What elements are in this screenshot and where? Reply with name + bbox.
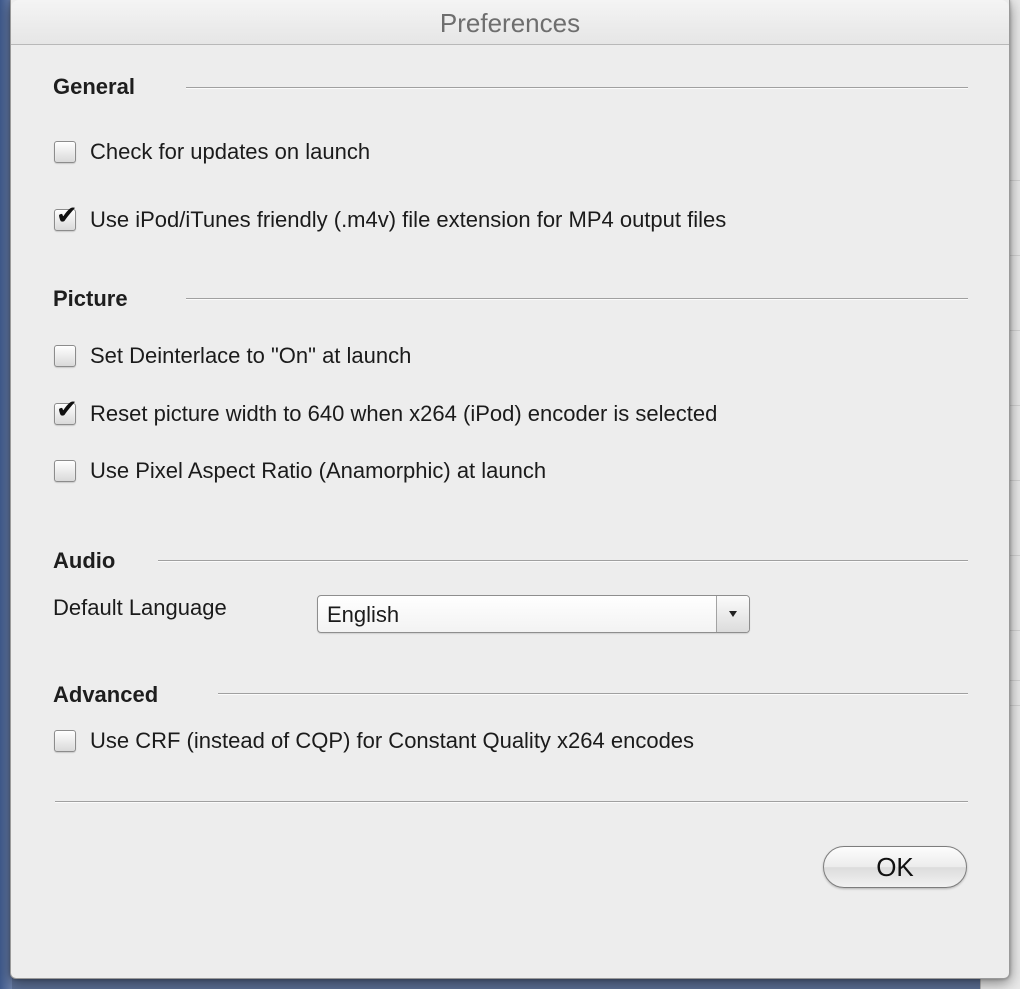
dropdown-button[interactable] xyxy=(716,596,749,632)
checkmark-icon: ✔ xyxy=(56,395,78,425)
section-divider xyxy=(186,87,968,89)
pixel-aspect-option[interactable]: Use Pixel Aspect Ratio (Anamorphic) at l… xyxy=(54,456,546,486)
title-bar[interactable]: Preferences xyxy=(11,0,1009,45)
m4v-extension-option[interactable]: ✔ Use iPod/iTunes friendly (.m4v) file e… xyxy=(54,203,727,235)
check-updates-label: Check for updates on launch xyxy=(90,139,371,164)
check-updates-option[interactable]: Check for updates on launch xyxy=(54,137,370,167)
crf-option[interactable]: Use CRF (instead of CQP) for Constant Qu… xyxy=(54,726,694,756)
reset-width-label: Reset picture width to 640 when x264 (iP… xyxy=(90,401,718,426)
chevron-down-icon xyxy=(729,611,737,617)
deinterlace-label: Set Deinterlace to "On" at launch xyxy=(90,343,412,368)
m4v-extension-checkbox[interactable]: ✔ xyxy=(54,203,78,231)
check-updates-checkbox[interactable] xyxy=(54,141,76,163)
reset-width-checkbox[interactable]: ✔ xyxy=(54,397,78,425)
section-divider xyxy=(186,298,968,300)
default-language-select[interactable]: English xyxy=(317,595,750,633)
footer-divider xyxy=(55,801,968,803)
crf-label: Use CRF (instead of CQP) for Constant Qu… xyxy=(90,728,695,753)
section-title-general: General xyxy=(53,74,135,99)
preferences-dialog: Preferences General Check for updates on… xyxy=(10,0,1010,979)
deinterlace-checkbox[interactable] xyxy=(54,345,76,367)
window-title: Preferences xyxy=(439,8,581,38)
section-title-advanced: Advanced xyxy=(53,682,159,707)
pixel-aspect-checkbox[interactable] xyxy=(54,460,76,482)
deinterlace-option[interactable]: Set Deinterlace to "On" at launch xyxy=(54,341,411,371)
crf-checkbox[interactable] xyxy=(54,730,76,752)
default-language-value: English xyxy=(327,602,400,627)
section-divider xyxy=(158,560,968,562)
m4v-extension-label: Use iPod/iTunes friendly (.m4v) file ext… xyxy=(90,207,727,232)
section-divider xyxy=(218,693,968,695)
section-title-audio: Audio xyxy=(53,548,116,573)
section-title-picture: Picture xyxy=(53,286,128,311)
default-language-label: Default Language xyxy=(53,595,227,620)
reset-width-option[interactable]: ✔ Reset picture width to 640 when x264 (… xyxy=(54,397,718,429)
ok-button[interactable]: OK xyxy=(823,846,967,888)
pixel-aspect-label: Use Pixel Aspect Ratio (Anamorphic) at l… xyxy=(90,458,547,483)
checkmark-icon: ✔ xyxy=(56,201,78,231)
